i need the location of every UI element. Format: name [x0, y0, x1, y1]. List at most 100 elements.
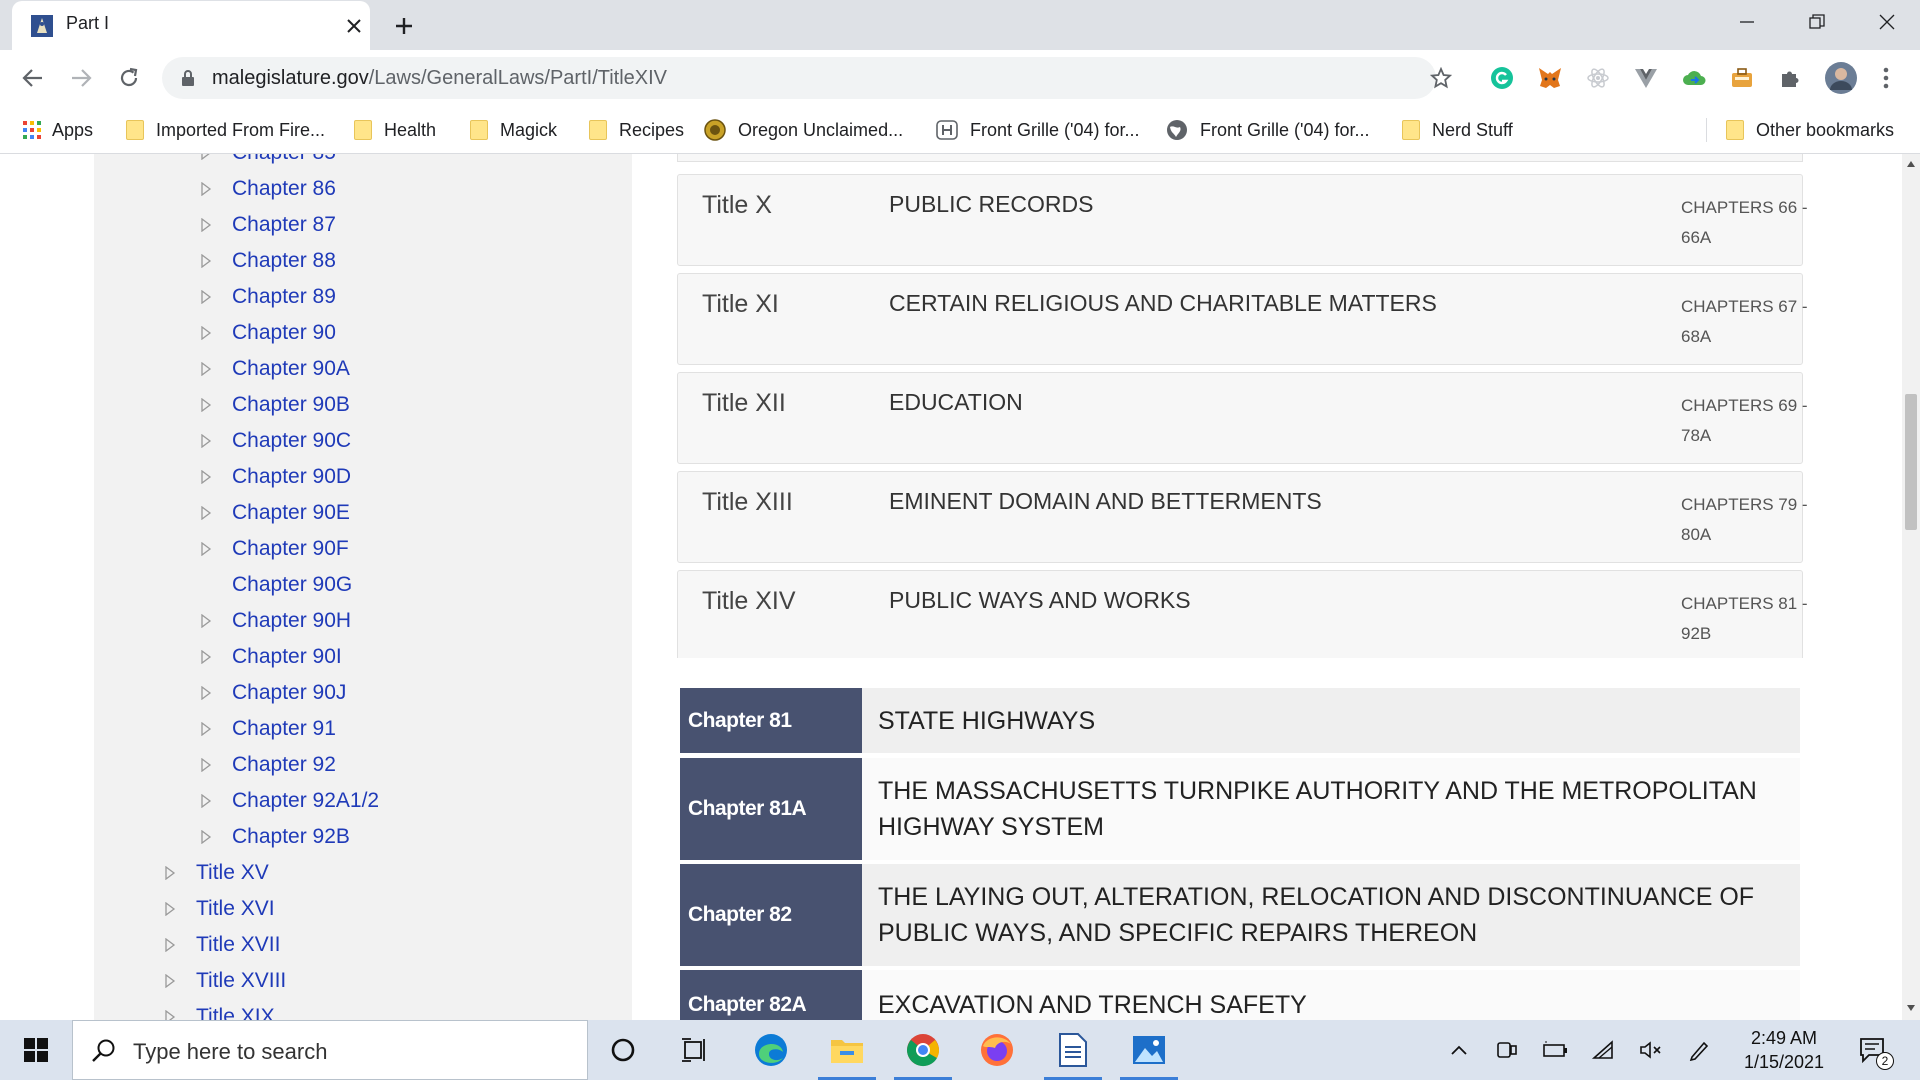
expand-triangle-icon[interactable]: [164, 866, 176, 880]
meet-now-icon[interactable]: [1484, 1020, 1530, 1080]
expand-triangle-icon[interactable]: [164, 974, 176, 988]
expand-triangle-icon[interactable]: [200, 154, 212, 160]
scrollbar-thumb[interactable]: [1905, 394, 1917, 530]
grammarly-extension-icon[interactable]: [1488, 64, 1516, 92]
expand-triangle-icon[interactable]: [200, 470, 212, 484]
chapter-row[interactable]: Chapter 82 THE LAYING OUT, ALTERATION, RE…: [680, 864, 1800, 966]
title-description[interactable]: PUBLIC RECORDS: [889, 191, 1093, 218]
wifi-icon[interactable]: [1580, 1020, 1626, 1080]
restore-button[interactable]: [1782, 0, 1852, 44]
chapter-title-link[interactable]: THE MASSACHUSETTS TURNPIKE AUTHORITY AND…: [862, 758, 1800, 860]
browser-tab[interactable]: Part I: [12, 1, 370, 50]
expand-triangle-icon[interactable]: [200, 614, 212, 628]
task-view-icon[interactable]: [660, 1020, 730, 1080]
sidebar-chapter-item[interactable]: Chapter 88: [200, 246, 336, 276]
sidebar-chapter-item[interactable]: Chapter 90J: [200, 678, 346, 708]
sidebar-title-item[interactable]: Title XVI: [164, 894, 275, 924]
chapter-title-link[interactable]: EXCAVATION AND TRENCH SAFETY: [862, 970, 1800, 1020]
address-bar[interactable]: malegislature.gov/Laws/GeneralLaws/PartI…: [162, 57, 1452, 99]
bookmark-health-folder[interactable]: Health: [354, 114, 436, 146]
title-name[interactable]: Title XIV: [702, 587, 796, 616]
expand-triangle-icon[interactable]: [200, 398, 212, 412]
expand-triangle-icon[interactable]: [200, 506, 212, 520]
briefcase-extension-icon[interactable]: [1728, 64, 1756, 92]
file-explorer-icon[interactable]: [812, 1020, 882, 1080]
expand-triangle-icon[interactable]: [200, 218, 212, 232]
title-name[interactable]: Title X: [702, 191, 772, 220]
chapter-row[interactable]: Chapter 81 STATE HIGHWAYS: [680, 688, 1800, 753]
page-scrollbar[interactable]: [1902, 154, 1920, 1020]
sidebar-chapter-item[interactable]: Chapter 90B: [200, 390, 350, 420]
title-card[interactable]: Title XI CERTAIN RELIGIOUS AND CHARITABLE…: [677, 273, 1808, 365]
chapter-number-badge[interactable]: Chapter 81A: [680, 758, 862, 860]
chapter-number-badge[interactable]: Chapter 82A: [680, 970, 862, 1020]
sidebar-title-item-partial[interactable]: Title XIX: [164, 1002, 275, 1020]
title-card[interactable]: Title XIV PUBLIC WAYS AND WORKS CHAPTERS 8…: [677, 570, 1808, 662]
other-bookmarks-folder[interactable]: Other bookmarks: [1726, 114, 1894, 146]
chapter-number-badge[interactable]: Chapter 82: [680, 864, 862, 966]
expand-triangle-icon[interactable]: [200, 794, 212, 808]
sidebar-chapter-item[interactable]: Chapter 90: [200, 318, 336, 348]
sidebar-chapter-item[interactable]: Chapter 90A: [200, 354, 350, 384]
expand-triangle-icon[interactable]: [200, 182, 212, 196]
title-card[interactable]: Title XIII EMINENT DOMAIN AND BETTERMENTS…: [677, 471, 1808, 563]
sidebar-chapter-item[interactable]: Chapter 90G: [200, 570, 352, 600]
sidebar-chapter-item[interactable]: Chapter 91: [200, 714, 336, 744]
extensions-puzzle-icon[interactable]: [1776, 64, 1804, 92]
close-tab-icon[interactable]: [342, 14, 366, 38]
sidebar-chapter-item[interactable]: Chapter 90C: [200, 426, 351, 456]
sidebar-chapter-item[interactable]: Chapter 86: [200, 174, 336, 204]
chrome-browser-icon[interactable]: [888, 1020, 958, 1080]
sidebar-chapter-item[interactable]: Chapter 90H: [200, 606, 351, 636]
chapter-title-link[interactable]: STATE HIGHWAYS: [862, 688, 1800, 753]
back-button[interactable]: [16, 61, 50, 95]
chapter-row[interactable]: Chapter 82A EXCAVATION AND TRENCH SAFETY: [680, 970, 1800, 1020]
firefox-browser-icon[interactable]: [962, 1020, 1032, 1080]
minimize-button[interactable]: [1712, 0, 1782, 44]
forward-button[interactable]: [64, 61, 98, 95]
chapter-title-link[interactable]: THE LAYING OUT, ALTERATION, RELOCATION A…: [862, 864, 1800, 966]
bookmark-nerd-stuff-folder[interactable]: Nerd Stuff: [1402, 114, 1513, 146]
scroll-up-arrow-icon[interactable]: [1906, 160, 1916, 168]
title-card[interactable]: Title XII EDUCATION CHAPTERS 69 - 78A: [677, 372, 1808, 464]
title-description[interactable]: CERTAIN RELIGIOUS AND CHARITABLE MATTERS: [889, 290, 1437, 317]
cortana-icon[interactable]: [588, 1020, 658, 1080]
expand-triangle-icon[interactable]: [200, 758, 212, 772]
cloud-sync-extension-icon[interactable]: [1680, 64, 1708, 92]
action-center-icon[interactable]: 2: [1850, 1020, 1896, 1080]
lock-icon[interactable]: [180, 69, 196, 87]
taskbar-search-box[interactable]: Type here to search: [72, 1020, 588, 1080]
bookmark-front-grille-globe[interactable]: Front Grille ('04) for...: [1166, 114, 1369, 146]
browser-menu-icon[interactable]: [1872, 64, 1900, 92]
bookmark-imported-folder[interactable]: Imported From Fire...: [126, 114, 325, 146]
expand-triangle-icon[interactable]: [200, 542, 212, 556]
edge-browser-icon[interactable]: [736, 1020, 806, 1080]
expand-triangle-icon[interactable]: [164, 902, 176, 916]
profile-avatar[interactable]: [1824, 61, 1858, 95]
title-name[interactable]: Title XIII: [702, 488, 793, 517]
expand-triangle-icon[interactable]: [200, 326, 212, 340]
react-devtools-extension-icon[interactable]: [1584, 64, 1612, 92]
reload-button[interactable]: [112, 61, 146, 95]
title-card[interactable]: Title X PUBLIC RECORDS CHAPTERS 66 - 66A: [677, 174, 1808, 266]
expand-triangle-icon[interactable]: [200, 290, 212, 304]
expand-triangle-icon[interactable]: [164, 938, 176, 952]
taskbar-clock[interactable]: 2:49 AM 1/15/2021: [1724, 1026, 1844, 1074]
expand-triangle-icon[interactable]: [200, 254, 212, 268]
photos-app-icon[interactable]: [1114, 1020, 1184, 1080]
close-window-button[interactable]: [1852, 0, 1920, 44]
expand-triangle-icon[interactable]: [200, 434, 212, 448]
expand-triangle-icon[interactable]: [200, 362, 212, 376]
title-name[interactable]: Title XII: [702, 389, 786, 418]
expand-triangle-icon[interactable]: [164, 1010, 176, 1020]
sidebar-chapter-item[interactable]: Chapter 92A1/2: [200, 786, 379, 816]
bookmark-star-icon[interactable]: [1430, 67, 1452, 89]
title-description[interactable]: EDUCATION: [889, 389, 1023, 416]
windows-start-button[interactable]: [0, 1020, 72, 1080]
bookmark-front-grille-honda[interactable]: Front Grille ('04) for...: [936, 114, 1139, 146]
vue-devtools-extension-icon[interactable]: [1632, 64, 1660, 92]
sidebar-title-item[interactable]: Title XVII: [164, 930, 280, 960]
metamask-extension-icon[interactable]: [1536, 64, 1564, 92]
show-hidden-icons-chevron-icon[interactable]: [1436, 1020, 1482, 1080]
expand-triangle-icon[interactable]: [200, 686, 212, 700]
